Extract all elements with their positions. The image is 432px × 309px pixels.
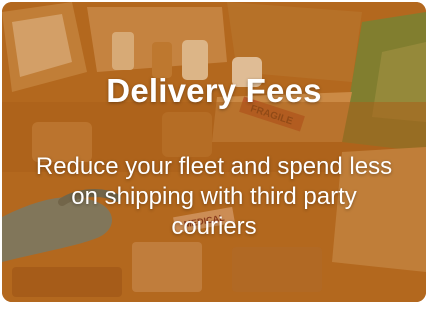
delivery-fees-card[interactable]: FRAGILE MEDICAL Delivery Fees Reduce you… — [2, 2, 426, 302]
card-subtitle: Reduce your fleet and spend less on ship… — [35, 153, 393, 240]
card-title: Delivery Fees — [106, 72, 322, 109]
